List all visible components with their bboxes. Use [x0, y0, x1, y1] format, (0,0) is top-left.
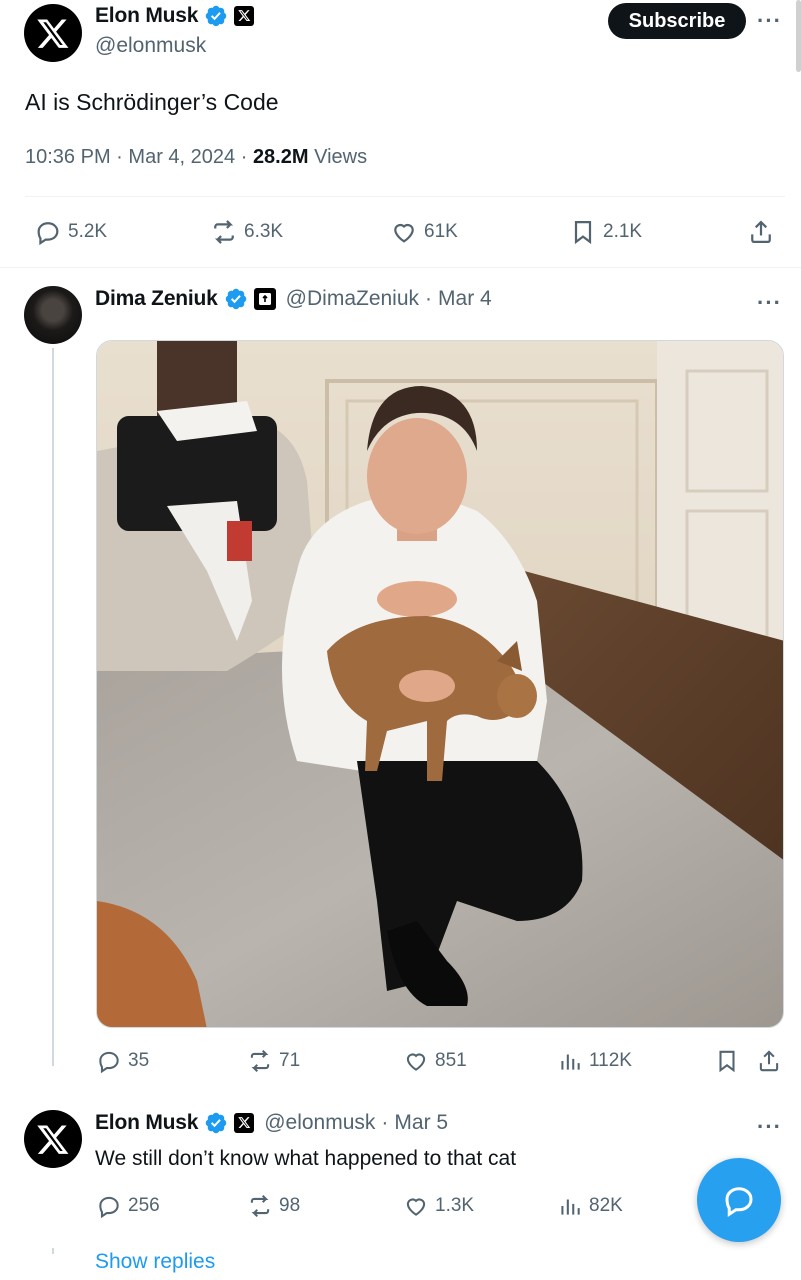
views-count: 28.2M	[252, 146, 309, 168]
reply2-more-icon[interactable]: ···	[757, 1114, 782, 1140]
reply-button[interactable]: 5.2K	[34, 218, 107, 246]
tweet-meta: 10:36 PM · Mar 4, 2024 · 28.2M Views	[25, 146, 367, 169]
reply2-text: We still don’t know what happened to tha…	[95, 1147, 517, 1170]
tweet-date[interactable]: Mar 4, 2024	[128, 146, 235, 168]
x-logo-icon	[37, 19, 69, 48]
verified-badge-icon	[205, 5, 227, 27]
reply1-more-icon[interactable]: ···	[757, 290, 782, 316]
reply-icon	[37, 222, 59, 246]
chat-bubble-icon	[725, 1187, 753, 1218]
reply2-repost-count: 98	[279, 1195, 301, 1216]
reply2-reply-count: 256	[128, 1195, 160, 1216]
author-name-row: Elon Musk	[95, 4, 255, 28]
reply1-header: Dima Zeniuk @DimaZeniuk · Mar 4	[95, 287, 492, 311]
separator: ·	[116, 146, 123, 168]
reply-icon	[99, 1051, 119, 1074]
heart-icon	[406, 1198, 426, 1216]
share-icon	[751, 220, 771, 244]
thread-line-dot	[52, 1248, 54, 1254]
verified-badge-icon	[225, 288, 246, 310]
scrollbar[interactable]	[796, 0, 801, 72]
thread-line	[52, 348, 54, 1066]
affiliate-badge-icon	[253, 288, 276, 310]
reply1-reply-count: 35	[128, 1050, 150, 1071]
like-button[interactable]: 61K	[390, 218, 458, 246]
more-options-icon[interactable]: ···	[757, 8, 782, 34]
views-chart-icon	[561, 1054, 580, 1070]
reply1-reply-button[interactable]: 35	[96, 1048, 149, 1074]
reply2-header: Elon Musk @elonmusk · Mar 5	[95, 1111, 448, 1135]
tweet-text: AI is Schrödinger’s Code	[25, 89, 279, 115]
divider	[25, 196, 785, 197]
views-label: Views	[314, 146, 368, 168]
show-replies-link[interactable]: Show replies	[95, 1250, 215, 1274]
like-count: 61K	[424, 221, 458, 242]
reply2-author-avatar[interactable]	[24, 1110, 82, 1168]
reply1-views-button[interactable]: 112K	[557, 1048, 632, 1074]
reply2-author-name[interactable]: Elon Musk	[95, 1111, 198, 1135]
tweet-photo[interactable]	[96, 340, 784, 1028]
verified-badge-icon	[205, 1112, 227, 1134]
separator: ·	[425, 287, 433, 310]
share-button[interactable]	[747, 218, 775, 246]
bookmark-count: 2.1K	[603, 221, 643, 242]
repost-button[interactable]: 6.3K	[210, 218, 283, 246]
photo-man-with-cat	[97, 341, 783, 1027]
share-icon	[759, 1050, 779, 1072]
repost-count: 6.3K	[244, 221, 284, 242]
reply2-views-count: 82K	[589, 1195, 623, 1216]
reply1-like-button[interactable]: 851	[403, 1048, 467, 1074]
repost-icon	[214, 220, 234, 244]
tweet-time[interactable]: 10:36 PM	[25, 146, 111, 168]
reply1-handle[interactable]: @DimaZeniuk	[286, 287, 419, 311]
reply2-reply-button[interactable]: 256	[96, 1193, 160, 1219]
reply2-repost-button[interactable]: 98	[247, 1193, 300, 1219]
author-name[interactable]: Elon Musk	[95, 4, 198, 28]
reply2-handle[interactable]: @elonmusk	[264, 1111, 375, 1135]
reply1-share-button[interactable]	[756, 1048, 782, 1074]
dima-avatar[interactable]	[24, 286, 82, 344]
views-chart-icon	[561, 1199, 580, 1215]
reply-icon	[99, 1196, 119, 1219]
reply2-like-button[interactable]: 1.3K	[403, 1193, 474, 1219]
reply2-views-button[interactable]: 82K	[557, 1193, 623, 1219]
reply1-bookmark-button[interactable]	[714, 1048, 740, 1074]
heart-icon	[394, 223, 414, 243]
bookmark-button[interactable]: 2.1K	[569, 218, 642, 246]
bookmark-icon	[719, 1050, 735, 1073]
separator: ·	[381, 1111, 389, 1134]
author-handle[interactable]: @elonmusk	[95, 34, 206, 58]
reply1-repost-count: 71	[279, 1050, 301, 1071]
repost-icon	[250, 1049, 270, 1073]
reply-count: 5.2K	[68, 221, 108, 242]
author-avatar[interactable]	[24, 4, 82, 62]
bookmark-icon	[574, 220, 592, 245]
reply2-like-count: 1.3K	[435, 1195, 475, 1216]
divider	[0, 267, 801, 268]
reply1-author-name[interactable]: Dima Zeniuk	[95, 287, 218, 311]
reply1-repost-button[interactable]: 71	[247, 1048, 300, 1074]
separator: ·	[240, 146, 248, 168]
x-affiliate-badge-icon	[234, 1113, 255, 1133]
reply1-views-count: 112K	[589, 1050, 632, 1071]
compose-reply-fab[interactable]	[697, 1158, 781, 1242]
repost-icon	[250, 1194, 270, 1218]
x-logo-icon	[37, 1125, 69, 1154]
reply1-date[interactable]: Mar 4	[438, 287, 492, 311]
heart-icon	[406, 1053, 426, 1071]
subscribe-button[interactable]: Subscribe	[608, 3, 746, 39]
reply1-like-count: 851	[435, 1050, 467, 1071]
x-affiliate-badge-icon	[234, 6, 255, 26]
reply2-date[interactable]: Mar 5	[394, 1111, 448, 1135]
